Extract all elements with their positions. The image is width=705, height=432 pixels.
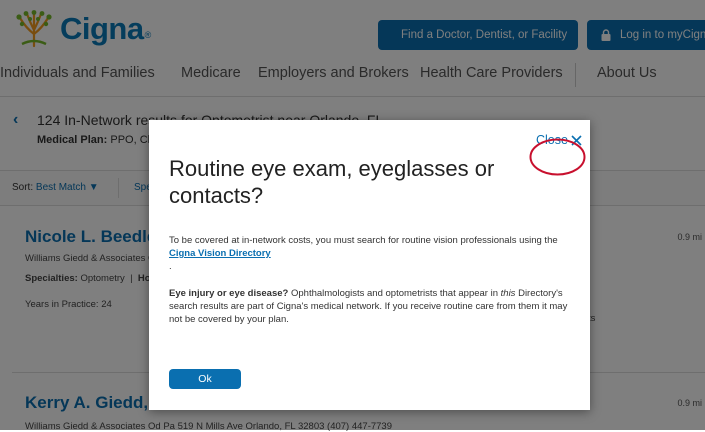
modal-paragraph-1: To be covered at in-network costs, you m…	[169, 234, 569, 260]
page: Cigna ® Find a Doctor, Dentist, or Facil…	[0, 0, 705, 432]
vision-directory-link[interactable]: Cigna Vision Directory	[169, 248, 271, 259]
modal-p2-em: this	[500, 288, 516, 299]
modal-p2-bold: Eye injury or eye disease?	[169, 288, 289, 299]
vision-modal: Close Routine eye exam, eyeglasses or co…	[149, 120, 590, 410]
modal-p1-period: .	[169, 261, 172, 272]
modal-p2-a: Ophthalmologists and optometrists that a…	[288, 288, 501, 299]
highlight-circle-annotation	[529, 138, 586, 176]
ok-button[interactable]: Ok	[169, 369, 241, 389]
modal-paragraph-2: Eye injury or eye disease? Ophthalmologi…	[169, 287, 574, 326]
modal-p1-text: To be covered at in-network costs, you m…	[169, 235, 558, 246]
modal-title: Routine eye exam, eyeglasses or contacts…	[169, 156, 495, 208]
